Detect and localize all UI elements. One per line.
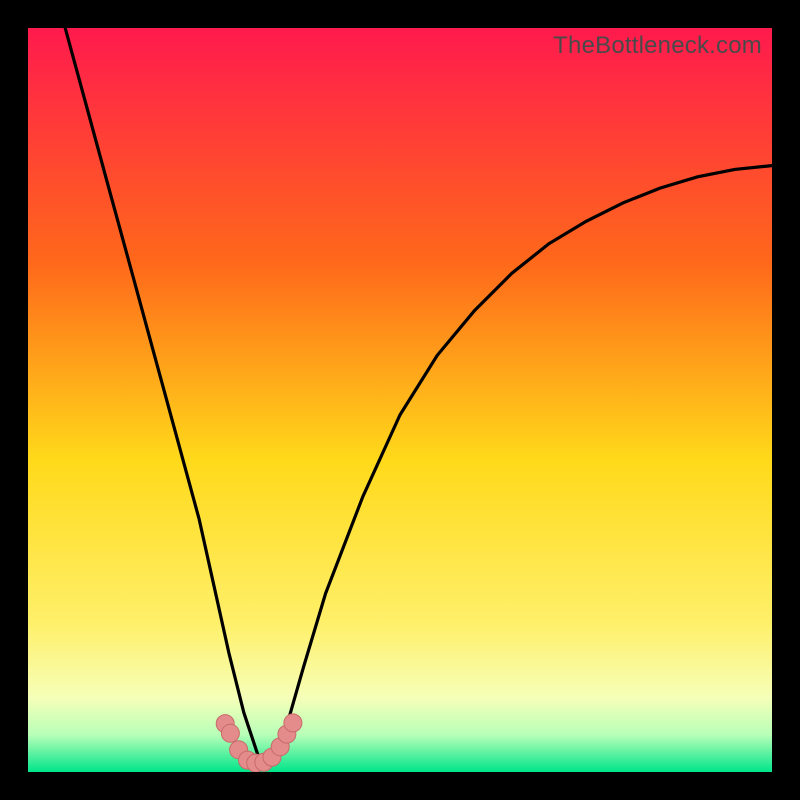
bottleneck-chart: [28, 28, 772, 772]
gradient-background: [28, 28, 772, 772]
chart-frame: TheBottleneck.com: [28, 28, 772, 772]
marker-dot: [284, 714, 302, 732]
marker-dot: [221, 724, 239, 742]
watermark-text: TheBottleneck.com: [553, 32, 762, 60]
